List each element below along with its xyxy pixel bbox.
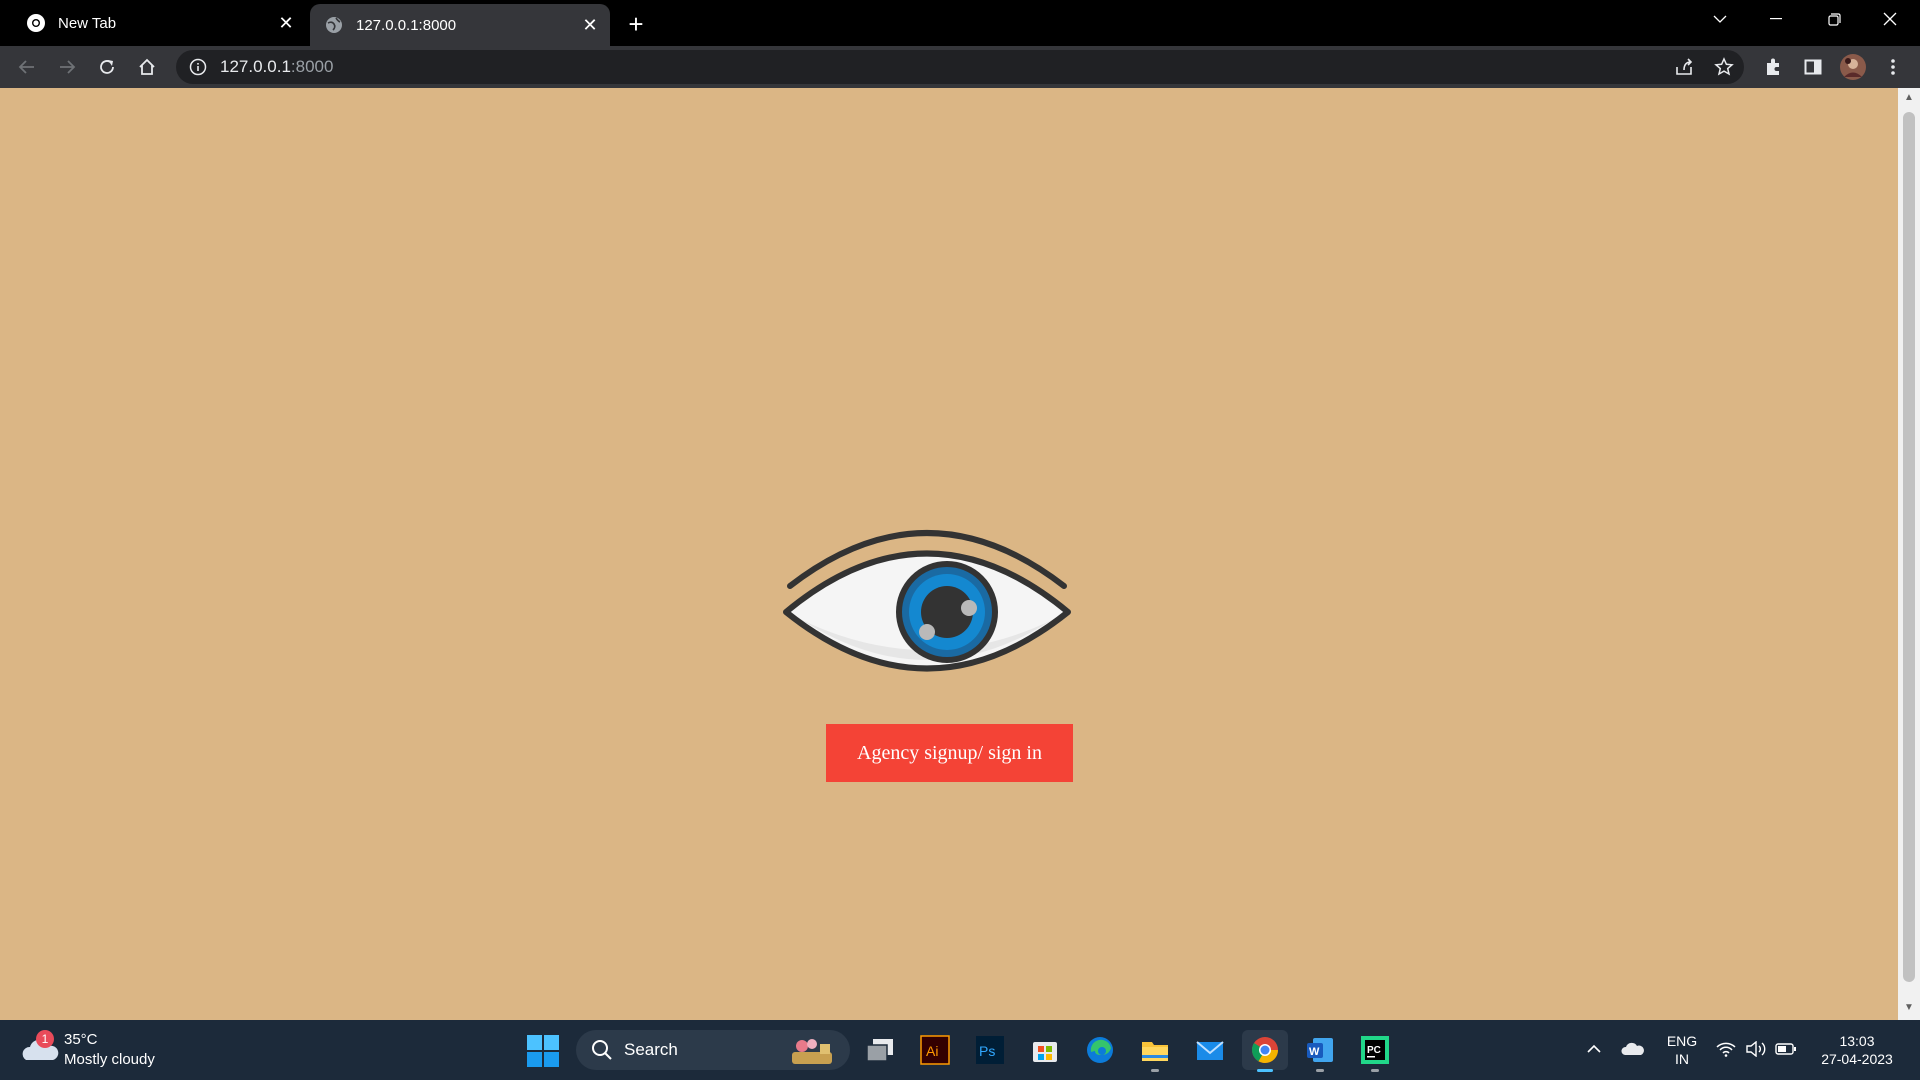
clock-time: 13:03 bbox=[1839, 1033, 1875, 1049]
minimize-button[interactable] bbox=[1748, 0, 1804, 38]
back-icon[interactable] bbox=[12, 52, 42, 82]
home-icon[interactable] bbox=[132, 52, 162, 82]
cloud-icon: 1 bbox=[20, 1030, 60, 1070]
battery-icon[interactable] bbox=[1772, 1034, 1800, 1064]
tab-search-icon[interactable] bbox=[1692, 0, 1748, 38]
taskbar-search[interactable]: Search bbox=[576, 1030, 850, 1070]
svg-text:W: W bbox=[1309, 1046, 1320, 1058]
weather-widget[interactable]: 1 35°C Mostly cloudy bbox=[20, 1028, 180, 1072]
language-indicator[interactable]: ENG IN bbox=[1664, 1032, 1700, 1068]
word-icon[interactable]: W bbox=[1300, 1030, 1340, 1072]
wifi-icon[interactable] bbox=[1712, 1034, 1740, 1064]
windows-taskbar: 1 35°C Mostly cloudy Search Ai Ps W PC E… bbox=[0, 1020, 1920, 1080]
volume-icon[interactable] bbox=[1742, 1034, 1770, 1064]
search-icon bbox=[592, 1040, 612, 1060]
adobe-photoshop-icon[interactable]: Ps bbox=[970, 1030, 1010, 1070]
page-viewport: Agency signup/ sign in bbox=[0, 88, 1898, 1020]
side-panel-icon[interactable] bbox=[1798, 52, 1828, 82]
clock-date: 27-04-2023 bbox=[1821, 1051, 1893, 1067]
tab-strip: New Tab ✕ 127.0.0.1:8000 ✕ + bbox=[0, 0, 1920, 46]
svg-text:Ai: Ai bbox=[926, 1043, 938, 1059]
restore-button[interactable] bbox=[1806, 0, 1862, 38]
forward-icon[interactable] bbox=[52, 52, 82, 82]
extensions-icon[interactable] bbox=[1758, 52, 1788, 82]
browser-toolbar: 127.0.0.1:8000 bbox=[0, 46, 1920, 88]
profile-avatar[interactable] bbox=[1838, 52, 1868, 82]
edge-icon[interactable] bbox=[1080, 1030, 1120, 1070]
vertical-scrollbar[interactable]: ▲ ▼ bbox=[1898, 88, 1920, 1020]
weather-temperature: 35°C bbox=[64, 1031, 98, 1048]
onedrive-cloud-icon[interactable] bbox=[1618, 1034, 1648, 1064]
adobe-illustrator-icon[interactable]: Ai bbox=[915, 1030, 955, 1070]
microsoft-store-icon[interactable] bbox=[1025, 1030, 1065, 1070]
search-label: Search bbox=[624, 1040, 678, 1059]
new-tab-button[interactable]: + bbox=[620, 8, 652, 40]
search-highlight-icon bbox=[792, 1039, 832, 1064]
tab-title: New Tab bbox=[58, 14, 117, 32]
svg-text:PC: PC bbox=[1367, 1045, 1381, 1056]
url-port: :8000 bbox=[290, 57, 334, 76]
tab-localhost[interactable]: 127.0.0.1:8000 ✕ bbox=[310, 4, 610, 46]
menu-kebab-icon[interactable] bbox=[1878, 52, 1908, 82]
info-icon[interactable] bbox=[188, 57, 208, 77]
task-view-icon[interactable] bbox=[860, 1030, 900, 1070]
weather-condition: Mostly cloudy bbox=[64, 1051, 155, 1068]
globe-icon bbox=[326, 17, 342, 33]
language-line2: IN bbox=[1675, 1051, 1689, 1067]
mail-icon[interactable] bbox=[1190, 1030, 1230, 1070]
chevron-up-icon[interactable] bbox=[1582, 1034, 1606, 1064]
close-window-button[interactable] bbox=[1862, 0, 1918, 38]
share-icon[interactable] bbox=[1664, 57, 1704, 77]
eye-icon bbox=[783, 530, 1071, 672]
system-clock[interactable]: 13:03 27-04-2023 bbox=[1812, 1032, 1902, 1068]
windows-start-icon[interactable] bbox=[526, 1034, 560, 1068]
tab-new-tab[interactable]: New Tab ✕ bbox=[12, 0, 306, 46]
svg-text:Ps: Ps bbox=[979, 1043, 995, 1059]
scroll-up-icon[interactable]: ▲ bbox=[1903, 92, 1915, 104]
chrome-taskbar-icon[interactable] bbox=[1242, 1030, 1288, 1072]
language-line1: ENG bbox=[1666, 1033, 1698, 1049]
chrome-icon bbox=[27, 14, 45, 32]
scroll-thumb[interactable] bbox=[1903, 112, 1915, 982]
tab-title: 127.0.0.1:8000 bbox=[356, 16, 457, 34]
pycharm-icon[interactable]: PC bbox=[1355, 1030, 1395, 1072]
bookmark-star-icon[interactable] bbox=[1704, 57, 1744, 77]
weather-badge: 1 bbox=[36, 1030, 54, 1048]
file-explorer-icon[interactable] bbox=[1135, 1030, 1175, 1072]
agency-signup-button[interactable]: Agency signup/ sign in bbox=[826, 724, 1073, 782]
close-icon[interactable]: ✕ bbox=[576, 11, 604, 39]
scroll-down-icon[interactable]: ▼ bbox=[1903, 1002, 1915, 1014]
url-host: 127.0.0.1 bbox=[220, 57, 291, 76]
close-icon[interactable]: ✕ bbox=[272, 9, 300, 37]
address-bar[interactable]: 127.0.0.1:8000 bbox=[176, 50, 1744, 84]
reload-icon[interactable] bbox=[92, 52, 122, 82]
